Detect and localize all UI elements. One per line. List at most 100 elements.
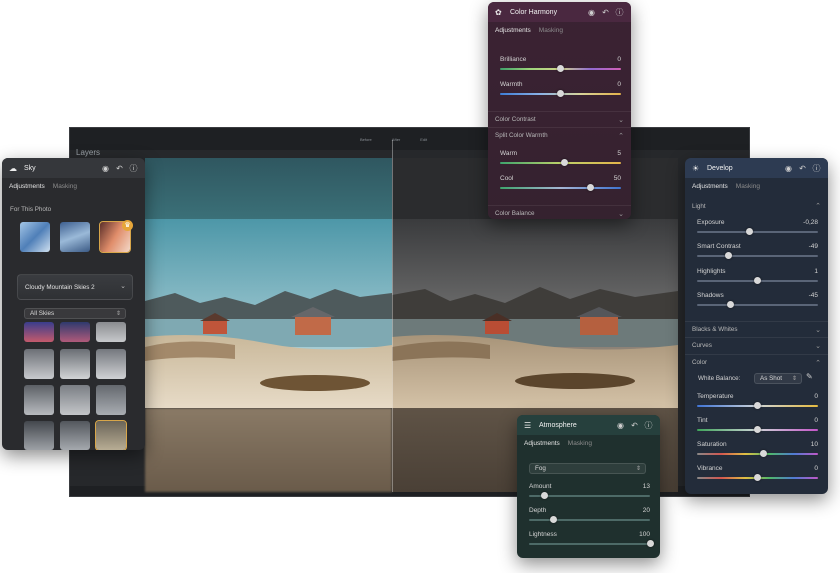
sky-thumbnail[interactable] [60,385,90,415]
sky-thumbnail[interactable] [96,385,126,415]
amount-slider[interactable]: Amount 13 [529,481,650,505]
sky-thumbnail[interactable] [60,322,90,342]
info-icon[interactable]: ⓘ [129,164,138,173]
eye-icon[interactable]: ◉ [784,164,793,173]
sky-thumbnail[interactable] [96,322,126,342]
tab-adjustments[interactable]: Adjustments [495,27,531,34]
landscape-photo [145,219,678,408]
info-icon[interactable]: ⓘ [812,164,821,173]
sky-header: ☁ Sky ◉ ↶ ⓘ [2,158,145,178]
depth-slider[interactable]: Depth 20 [529,505,650,529]
toolbar-before[interactable]: Before [360,137,372,142]
slider-knob[interactable] [557,65,564,72]
sky-thumbnail[interactable] [60,349,90,379]
eyedropper-icon[interactable]: ✎ [806,372,813,381]
slider-knob[interactable] [541,492,549,499]
sky-thumbnail[interactable] [60,222,90,252]
smart-contrast-slider[interactable]: Smart Contrast -49 [697,241,818,265]
section-blacks-whites[interactable]: Blacks & Whites ⌄ [685,321,828,337]
slider-knob[interactable] [724,252,732,259]
warm-slider[interactable]: Warm 5 [500,148,621,172]
sky-thumbnail[interactable] [60,421,90,450]
tab-masking[interactable]: Masking [568,440,592,447]
slider-knob[interactable] [745,228,753,235]
slider-knob[interactable] [760,450,768,457]
section-color-balance[interactable]: Color Balance ⌄ [488,205,631,219]
undo-icon[interactable]: ↶ [601,8,610,17]
tab-masking[interactable]: Masking [53,183,77,190]
updown-icon: ⇕ [635,466,641,472]
slider-knob[interactable] [754,426,761,433]
undo-icon[interactable]: ↶ [115,164,124,173]
for-this-photo-label: For This Photo [10,206,52,213]
sky-thumbnail[interactable] [96,349,126,379]
atmosphere-mode-select[interactable]: Fog ⇕ [529,463,646,474]
toolbar-after[interactable]: After [392,137,400,142]
section-split-color-warmth[interactable]: Split Color Warmth ⌃ [488,127,631,143]
slider-knob[interactable] [587,184,595,191]
develop-header: ☀ Develop ◉ ↶ ⓘ [685,158,828,178]
sky-thumbnail[interactable] [24,322,54,342]
sky-filter-select[interactable]: All Skies ⇕ [24,308,126,319]
slider-knob[interactable] [549,516,557,523]
lines-icon: ☰ [524,420,532,430]
slider-knob[interactable] [646,540,654,547]
sky-thumbnail[interactable] [24,385,54,415]
sky-thumbnail-selected[interactable] [95,420,127,450]
brilliance-slider[interactable]: Brilliance 0 [500,54,621,78]
crown-icon: ♛ [122,220,133,231]
chevron-down-icon: ⌄ [120,283,126,290]
sky-thumbnail[interactable] [24,349,54,379]
updown-icon: ⇕ [791,376,797,382]
undo-icon[interactable]: ↶ [798,164,807,173]
exposure-slider[interactable]: Exposure -0,28 [697,217,818,241]
undo-icon[interactable]: ↶ [630,421,639,430]
slider-knob[interactable] [754,277,761,284]
updown-icon: ⇕ [115,311,121,317]
section-light[interactable]: Light ⌃ [685,198,828,214]
tab-adjustments[interactable]: Adjustments [524,440,560,447]
layers-title: Layers [76,148,101,157]
temperature-slider[interactable]: Temperature 0 [697,391,818,415]
sky-preset-select[interactable]: Cloudy Mountain Skies 2 ⌄ [17,274,133,300]
toolbar-edit[interactable]: Edit [420,137,427,142]
slider-knob[interactable] [557,90,564,97]
before-after-divider[interactable] [392,140,393,492]
info-icon[interactable]: ⓘ [615,8,624,17]
slider-knob[interactable] [754,402,761,409]
saturation-slider[interactable]: Saturation 10 [697,439,818,463]
vibrance-slider[interactable]: Vibrance 0 [697,463,818,487]
info-icon[interactable]: ⓘ [644,421,653,430]
slider-knob[interactable] [560,159,568,166]
eye-icon[interactable]: ◉ [616,421,625,430]
tab-adjustments[interactable]: Adjustments [692,183,728,190]
slider-knob[interactable] [727,301,735,308]
app-toolbar: Before After Edit Save Export [70,128,749,150]
cool-slider[interactable]: Cool 50 [500,173,621,197]
atmosphere-panel: ☰ Atmosphere ◉ ↶ ⓘ Adjustments Masking F… [517,415,660,558]
sky-thumbnail[interactable] [24,421,54,450]
chevron-down-icon: ⌄ [815,342,821,350]
eye-icon[interactable]: ◉ [587,8,596,17]
panel-title: Sky [24,164,36,172]
slider-knob[interactable] [754,474,761,481]
sky-panel: ☁ Sky ◉ ↶ ⓘ Adjustments Masking For This… [2,158,145,450]
section-color-contrast[interactable]: Color Contrast ⌄ [488,111,631,127]
tab-adjustments[interactable]: Adjustments [9,183,45,190]
tint-slider[interactable]: Tint 0 [697,415,818,439]
tab-masking[interactable]: Masking [736,183,760,190]
shadows-slider[interactable]: Shadows -45 [697,290,818,314]
cloud-icon: ☁ [9,163,17,173]
warmth-slider[interactable]: Warmth 0 [500,79,621,103]
photo-before-after[interactable] [145,219,678,408]
white-balance-select[interactable]: As Shot ⇕ [754,373,802,384]
tab-masking[interactable]: Masking [539,27,563,34]
lightness-slider[interactable]: Lightness 100 [529,529,654,553]
highlights-slider[interactable]: Highlights 1 [697,266,818,290]
chevron-down-icon: ⌄ [815,326,821,334]
eye-icon[interactable]: ◉ [101,164,110,173]
sky-thumbnail[interactable] [20,222,50,252]
section-color[interactable]: Color ⌃ [685,354,828,370]
section-curves[interactable]: Curves ⌄ [685,337,828,353]
white-balance-label: White Balance: [698,375,741,382]
